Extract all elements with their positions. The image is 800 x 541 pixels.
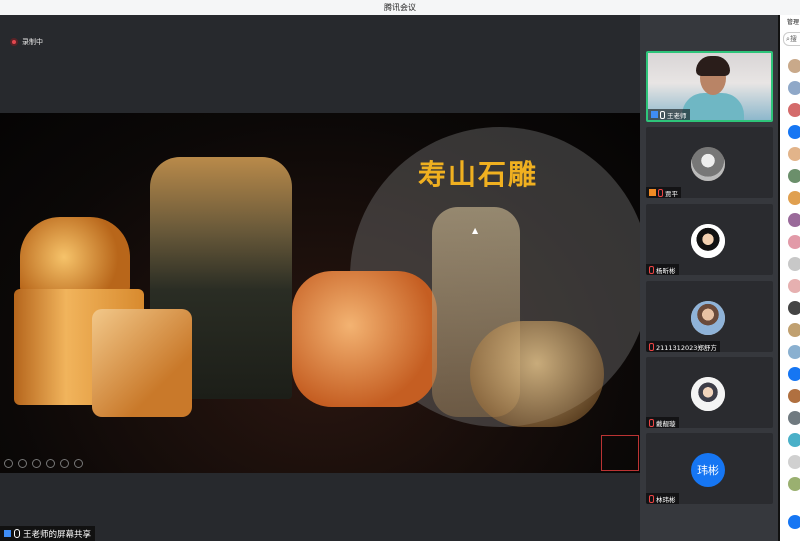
participant-search-input[interactable]: ⌕搜 bbox=[783, 32, 800, 46]
mic-icon bbox=[660, 110, 665, 119]
video-tile[interactable]: 杨昕彬 bbox=[646, 204, 773, 275]
avatar[interactable] bbox=[788, 147, 800, 161]
red-seal-stamp bbox=[601, 435, 639, 471]
video-gallery[interactable]: 王老师 贾平 杨昕彬 2111312023郑舒方 戴靓璇 玮彬 林玮彬 bbox=[640, 15, 778, 541]
more-tool-icon[interactable] bbox=[74, 459, 83, 468]
seal-stone-3 bbox=[292, 271, 437, 407]
record-icon bbox=[10, 38, 18, 46]
slide-title: 寿山石雕 bbox=[418, 158, 539, 191]
avatar[interactable] bbox=[788, 367, 800, 381]
avatar[interactable] bbox=[788, 125, 800, 139]
participant-name: 杨昕彬 bbox=[656, 266, 676, 275]
prev-tool-icon[interactable] bbox=[4, 459, 13, 468]
mic-muted-icon bbox=[649, 494, 654, 503]
avatar bbox=[691, 377, 725, 411]
erase-tool-icon[interactable] bbox=[46, 459, 55, 468]
host-icon bbox=[4, 530, 11, 537]
mic-muted-icon bbox=[658, 188, 663, 197]
participant-name: 2111312023郑舒方 bbox=[656, 343, 717, 352]
avatar: 玮彬 bbox=[691, 453, 725, 487]
avatar[interactable] bbox=[788, 81, 800, 95]
mic-muted-icon bbox=[649, 265, 654, 274]
participant-name: 戴靓璇 bbox=[656, 419, 676, 428]
screen-share-text: 王老师的屏幕共享 bbox=[23, 529, 92, 540]
mic-muted-icon bbox=[649, 342, 654, 351]
shared-screen-area[interactable]: 录制中 寿山石雕 ▲ 王老师的屏幕共享 bbox=[0, 15, 640, 541]
video-tile[interactable]: 王老师 bbox=[646, 51, 773, 122]
participant-name: 林玮彬 bbox=[656, 495, 676, 504]
avatar bbox=[691, 147, 725, 181]
video-tile[interactable]: 玮彬 林玮彬 bbox=[646, 433, 773, 504]
avatar[interactable] bbox=[788, 235, 800, 249]
avatar[interactable] bbox=[788, 213, 800, 227]
participant-name: 贾平 bbox=[665, 189, 678, 198]
mic-icon bbox=[14, 529, 20, 538]
participant-nameplate: 戴靓璇 bbox=[646, 417, 679, 428]
recording-label: 录制中 bbox=[22, 38, 43, 46]
next-tool-icon[interactable] bbox=[18, 459, 27, 468]
video-tile[interactable]: 贾平 bbox=[646, 127, 773, 198]
recording-indicator[interactable]: 录制中 bbox=[10, 37, 43, 47]
avatar[interactable] bbox=[788, 257, 800, 271]
avatar[interactable] bbox=[788, 103, 800, 117]
video-tile[interactable]: 戴靓璇 bbox=[646, 357, 773, 428]
participant-nameplate: 2111312023郑舒方 bbox=[646, 341, 720, 352]
video-tile[interactable]: 2111312023郑舒方 bbox=[646, 281, 773, 352]
avatar bbox=[691, 301, 725, 335]
seal-stone-5 bbox=[470, 321, 604, 427]
participant-nameplate: 贾平 bbox=[646, 187, 681, 198]
cohost-badge-icon bbox=[649, 189, 656, 196]
avatar[interactable] bbox=[788, 389, 800, 403]
avatar[interactable] bbox=[788, 515, 800, 529]
participant-list-header[interactable]: 管理 bbox=[787, 17, 799, 26]
avatar bbox=[691, 224, 725, 258]
screen-share-label: 王老师的屏幕共享 bbox=[0, 526, 96, 541]
pen-tool-icon[interactable] bbox=[32, 459, 41, 468]
seal-lion-top bbox=[20, 217, 130, 297]
host-badge-icon bbox=[651, 111, 658, 118]
avatar[interactable] bbox=[788, 433, 800, 447]
avatar[interactable] bbox=[788, 301, 800, 315]
avatar[interactable] bbox=[788, 477, 800, 491]
avatar[interactable] bbox=[788, 323, 800, 337]
slide-toolbar[interactable] bbox=[4, 459, 83, 468]
mouse-cursor-icon: ▲ bbox=[472, 226, 479, 235]
shared-slide: 寿山石雕 ▲ bbox=[0, 113, 640, 473]
avatar[interactable] bbox=[788, 59, 800, 73]
avatar[interactable] bbox=[788, 345, 800, 359]
window-title: 腾讯会议 bbox=[0, 0, 800, 15]
participant-nameplate: 林玮彬 bbox=[646, 493, 679, 504]
avatar[interactable] bbox=[788, 169, 800, 183]
avatar[interactable] bbox=[788, 191, 800, 205]
seal-stone-2 bbox=[92, 309, 192, 417]
participant-nameplate: 王老师 bbox=[648, 109, 690, 120]
zoom-tool-icon[interactable] bbox=[60, 459, 69, 468]
avatar[interactable] bbox=[788, 279, 800, 293]
participant-nameplate: 杨昕彬 bbox=[646, 264, 679, 275]
participant-name: 王老师 bbox=[667, 111, 687, 120]
avatar[interactable] bbox=[788, 455, 800, 469]
avatar[interactable] bbox=[788, 411, 800, 425]
mic-muted-icon bbox=[649, 418, 654, 427]
participant-list-panel[interactable]: 管理 ⌕搜 bbox=[780, 15, 800, 541]
